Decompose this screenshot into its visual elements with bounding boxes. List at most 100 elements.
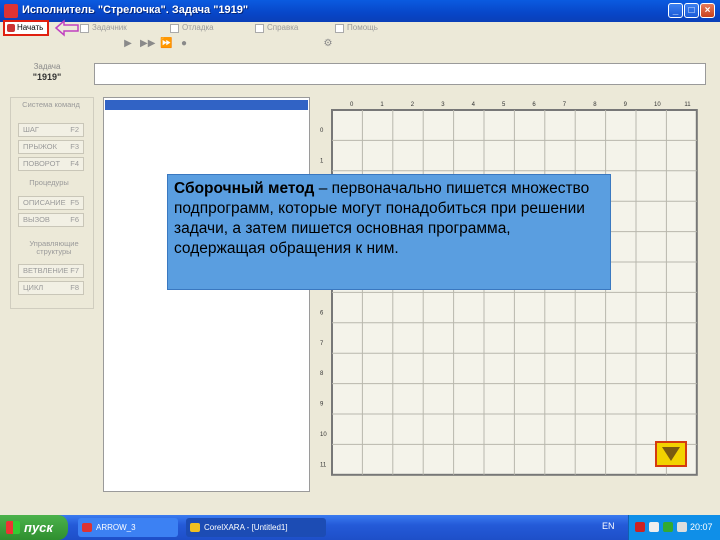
grid-column-label: 7 bbox=[563, 102, 567, 108]
info-callout: Сборочный метод – первоначально пишется … bbox=[167, 174, 611, 290]
grid-column-label: 8 bbox=[593, 102, 597, 108]
taskbar-item-arrow[interactable]: ARROW_3 bbox=[78, 518, 178, 537]
language-indicator[interactable]: EN bbox=[602, 521, 615, 531]
loop-command-button[interactable]: ЦИКЛ F8 bbox=[18, 281, 84, 295]
grid-column-label: 2 bbox=[411, 102, 415, 108]
step-command-button[interactable]: ШАГ F2 bbox=[18, 123, 84, 137]
app-icon bbox=[4, 4, 18, 18]
grid-column-label: 3 bbox=[441, 102, 445, 108]
command-key: F8 bbox=[70, 283, 79, 292]
play-outline-icon bbox=[170, 24, 179, 33]
maximize-button[interactable]: □ bbox=[684, 3, 699, 18]
command-label: ПРЫЖОК bbox=[23, 142, 57, 151]
tray-network-icon[interactable] bbox=[649, 522, 659, 532]
jump-command-button[interactable]: ПРЫЖОК F3 bbox=[18, 140, 84, 154]
program-editor[interactable] bbox=[103, 97, 310, 492]
task-number: "1919" bbox=[32, 72, 62, 82]
start-button[interactable]: Начать bbox=[3, 20, 49, 36]
menu-item-label: Справка bbox=[267, 23, 299, 32]
arrow-app-icon bbox=[82, 523, 92, 532]
corel-app-icon bbox=[190, 523, 200, 532]
grid-row-label: 8 bbox=[320, 371, 324, 377]
tray-volume-icon[interactable] bbox=[677, 522, 687, 532]
grid-row-label: 7 bbox=[320, 341, 324, 347]
taskbar-item-label: CorelXARA - [Untitled1] bbox=[204, 523, 288, 532]
grid-row-label: 6 bbox=[320, 310, 324, 316]
menu-item-debug[interactable]: Отладка bbox=[170, 23, 214, 35]
start-menu-label: пуск bbox=[24, 520, 53, 535]
settings-icon[interactable]: ⚙ bbox=[322, 38, 334, 50]
command-key: F4 bbox=[70, 159, 79, 168]
taskbar: пуск ARROW_3 CorelXARA - [Untitled1] EN … bbox=[0, 515, 720, 540]
start-icon bbox=[7, 24, 15, 32]
grid-row-label: 10 bbox=[320, 432, 327, 438]
menu-item-label: Отладка bbox=[182, 23, 214, 32]
grid-column-label: 4 bbox=[472, 102, 476, 108]
task-description-field[interactable] bbox=[94, 63, 706, 85]
grid-column-label: 5 bbox=[502, 102, 506, 108]
command-label: ВЫЗОВ bbox=[23, 215, 50, 224]
grid-row-label: 9 bbox=[320, 402, 324, 408]
menu-item-tasks[interactable]: Задачник bbox=[80, 23, 127, 35]
call-command-button[interactable]: ВЫЗОВ F6 bbox=[18, 213, 84, 227]
book-icon bbox=[255, 24, 264, 33]
tray-shield-icon[interactable] bbox=[663, 522, 673, 532]
command-key: F7 bbox=[70, 266, 79, 275]
start-menu-button[interactable]: пуск bbox=[0, 515, 68, 540]
menu-item-help[interactable]: Помощь bbox=[335, 23, 378, 35]
window-title: Исполнитель "Стрелочка". Задача "1919" bbox=[22, 4, 249, 16]
selected-program-line[interactable] bbox=[105, 100, 308, 110]
grid-row-label: 11 bbox=[320, 462, 327, 468]
branch-command-button[interactable]: ВЕТВЛЕНИЕ F7 bbox=[18, 264, 84, 278]
menu-bar: Задачник Отладка Справка Помощь bbox=[0, 22, 720, 36]
fast-forward-icon[interactable]: ⏩ bbox=[160, 38, 172, 50]
procedures-heading: Процедуры bbox=[29, 178, 69, 187]
window-titlebar: Исполнитель "Стрелочка". Задача "1919" _… bbox=[0, 0, 720, 22]
down-arrow-icon bbox=[662, 447, 680, 461]
grid-column-label: 1 bbox=[380, 102, 384, 108]
command-key: F5 bbox=[70, 198, 79, 207]
command-key: F6 bbox=[70, 215, 79, 224]
grid-column-label: 10 bbox=[654, 102, 661, 108]
clock: 20:07 bbox=[690, 522, 713, 532]
tray-app-icon[interactable] bbox=[635, 522, 645, 532]
task-label: Задача bbox=[33, 62, 61, 71]
menu-item-label: Задачник bbox=[92, 23, 127, 32]
pointer-arrow-icon bbox=[54, 19, 79, 37]
grid-canvas: 0123456789101101234567891011 bbox=[320, 102, 698, 476]
grid-column-label: 0 bbox=[350, 102, 354, 108]
windows-logo-icon bbox=[6, 521, 20, 534]
command-label: ВЕТВЛЕНИЕ bbox=[23, 266, 69, 275]
taskbar-item-corel[interactable]: CorelXARA - [Untitled1] bbox=[186, 518, 326, 537]
close-button[interactable]: × bbox=[700, 3, 715, 18]
grid-column-label: 9 bbox=[624, 102, 628, 108]
command-system-heading: Система команд bbox=[22, 100, 80, 109]
start-button-label: Начать bbox=[17, 23, 44, 32]
menu-item-reference[interactable]: Справка bbox=[255, 23, 298, 35]
help-icon bbox=[335, 24, 344, 33]
control-structures-heading: Управляющие структуры bbox=[29, 239, 79, 256]
info-term: Сборочный метод bbox=[174, 180, 315, 197]
command-key: F3 bbox=[70, 142, 79, 151]
stop-icon[interactable]: ● bbox=[178, 38, 190, 50]
command-label: ЦИКЛ bbox=[23, 283, 44, 292]
step-run-icon[interactable]: ▶▶ bbox=[140, 38, 155, 50]
minimize-button[interactable]: _ bbox=[668, 3, 683, 18]
tasks-icon bbox=[80, 24, 89, 33]
command-panel: Система команд ШАГ F2 ПРЫЖОК F3 ПОВОРОТ … bbox=[10, 97, 94, 309]
command-label: ПОВОРОТ bbox=[23, 159, 61, 168]
turn-command-button[interactable]: ПОВОРОТ F4 bbox=[18, 157, 84, 171]
run-icon[interactable]: ▶ bbox=[122, 38, 134, 50]
grid-field: 0123456789101101234567891011 bbox=[318, 97, 708, 492]
command-label: ШАГ bbox=[23, 125, 39, 134]
grid-column-label: 11 bbox=[684, 102, 691, 108]
taskbar-item-label: ARROW_3 bbox=[96, 523, 136, 532]
grid-column-label: 6 bbox=[532, 102, 536, 108]
menu-item-label: Помощь bbox=[347, 23, 378, 32]
describe-command-button[interactable]: ОПИСАНИЕ F5 bbox=[18, 196, 84, 210]
next-slide-button[interactable] bbox=[655, 441, 687, 467]
grid-row-label: 0 bbox=[320, 128, 324, 134]
command-key: F2 bbox=[70, 125, 79, 134]
command-label: ОПИСАНИЕ bbox=[23, 198, 66, 207]
grid-row-label: 1 bbox=[320, 158, 324, 164]
